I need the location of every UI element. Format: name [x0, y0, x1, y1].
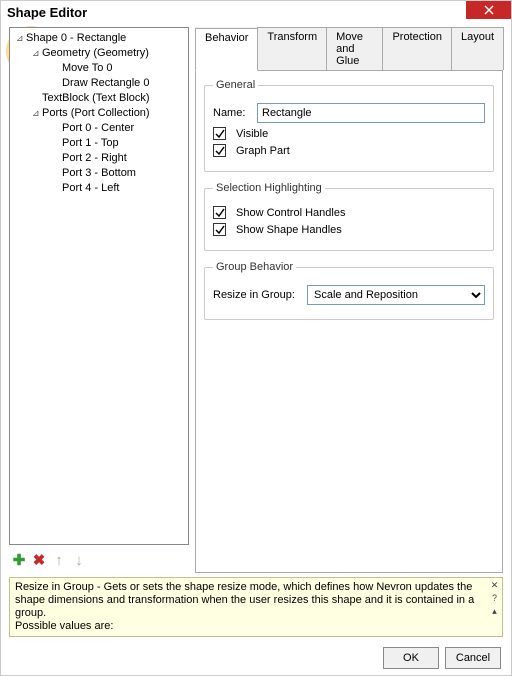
tree-item[interactable]: ⊿Shape 0 - Rectangle [12, 31, 186, 46]
tab-behavior[interactable]: Behavior [195, 28, 258, 71]
window-title: Shape Editor [7, 5, 87, 20]
control-handles-checkbox[interactable] [213, 206, 226, 219]
general-fieldset: General Name: Visible Graph Part [204, 79, 494, 172]
tree-item[interactable]: Port 3 - Bottom [12, 166, 186, 181]
dialog-buttons: OK Cancel [1, 637, 511, 669]
tree-item[interactable]: TextBlock (Text Block) [12, 91, 186, 106]
selection-fieldset: Selection Highlighting Show Control Hand… [204, 182, 494, 251]
tab-transform[interactable]: Transform [257, 27, 327, 70]
shape-tree[interactable]: ⊿Shape 0 - Rectangle⊿Geometry (Geometry)… [9, 27, 189, 545]
shape-handles-checkbox[interactable] [213, 223, 226, 236]
tree-item[interactable]: Port 1 - Top [12, 136, 186, 151]
delete-icon[interactable]: ✖ [31, 552, 47, 568]
tab-layout[interactable]: Layout [451, 27, 504, 70]
move-down-icon: ↓ [71, 552, 87, 568]
help-close-icon[interactable]: ✕ [489, 580, 500, 591]
tree-item[interactable]: Port 4 - Left [12, 181, 186, 196]
cancel-button[interactable]: Cancel [445, 647, 501, 669]
general-legend: General [213, 79, 258, 91]
group-fieldset: Group Behavior Resize in Group: Scale an… [204, 261, 494, 320]
close-icon [484, 5, 494, 15]
tree-item[interactable]: ⊿Geometry (Geometry) [12, 46, 186, 61]
help-question-icon[interactable]: ? [489, 593, 500, 604]
tree-item[interactable]: Draw Rectangle 0 [12, 76, 186, 91]
resize-label: Resize in Group: [213, 289, 301, 301]
tree-item[interactable]: Port 2 - Right [12, 151, 186, 166]
shape-handles-label: Show Shape Handles [236, 224, 342, 236]
tree-item[interactable]: Port 0 - Center [12, 121, 186, 136]
visible-label: Visible [236, 128, 268, 140]
tab-move-and-glue[interactable]: Move and Glue [326, 27, 383, 70]
tree-item[interactable]: ⊿Ports (Port Collection) [12, 106, 186, 121]
help-panel: Resize in Group - Gets or sets the shape… [9, 577, 503, 637]
ok-button[interactable]: OK [383, 647, 439, 669]
control-handles-label: Show Control Handles [236, 207, 345, 219]
visible-checkbox[interactable] [213, 127, 226, 140]
help-text-2: Possible values are: [15, 620, 497, 633]
tree-toolbar: ✚ ✖ ↑ ↓ [9, 545, 189, 573]
resize-select[interactable]: Scale and Reposition [307, 285, 485, 305]
close-button[interactable] [466, 1, 511, 19]
tab-body-behavior: General Name: Visible Graph Part Selecti… [195, 71, 503, 573]
tab-protection[interactable]: Protection [382, 27, 452, 70]
tree-item[interactable]: Move To 0 [12, 61, 186, 76]
help-collapse-icon[interactable]: ▴ [489, 606, 500, 617]
help-text-1: Resize in Group - Gets or sets the shape… [15, 581, 497, 620]
tab-strip: BehaviorTransformMove and GlueProtection… [195, 27, 503, 71]
graphpart-checkbox[interactable] [213, 144, 226, 157]
group-legend: Group Behavior [213, 261, 296, 273]
name-input[interactable] [257, 103, 485, 123]
add-icon[interactable]: ✚ [11, 552, 27, 568]
graphpart-label: Graph Part [236, 145, 290, 157]
selection-legend: Selection Highlighting [213, 182, 325, 194]
name-label: Name: [213, 107, 251, 119]
move-up-icon: ↑ [51, 552, 67, 568]
titlebar: Shape Editor [1, 1, 511, 23]
